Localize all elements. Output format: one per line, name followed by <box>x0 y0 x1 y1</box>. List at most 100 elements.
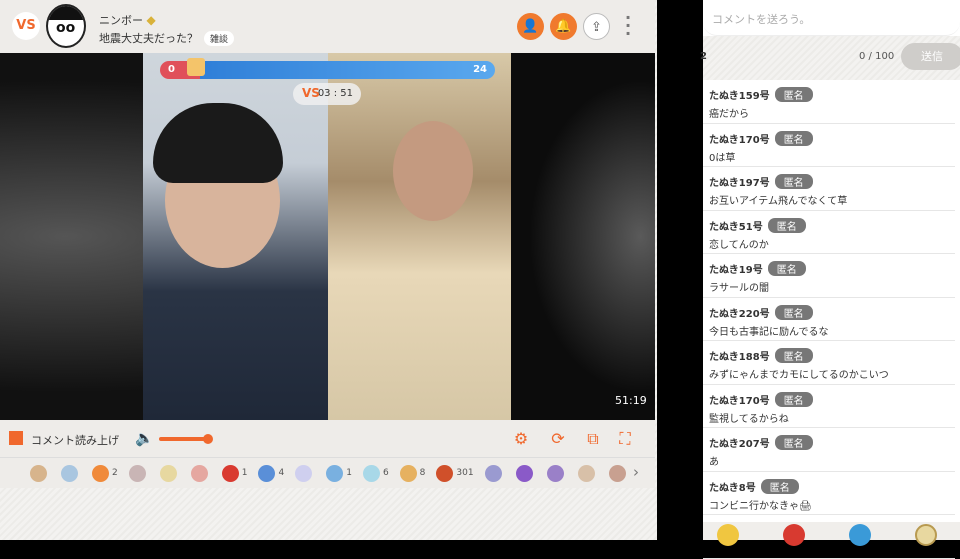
gift-item[interactable]: 2 <box>92 464 118 482</box>
gift-icon <box>221 464 239 482</box>
streamer-avatar[interactable] <box>46 4 86 48</box>
gift-item[interactable] <box>484 464 505 482</box>
gift-item[interactable]: 301 <box>436 464 474 482</box>
comment-text: お互いアイテム飛んでなくて草 <box>709 196 848 207</box>
gift-count: 2 <box>112 468 118 478</box>
anonymous-badge: 匿名 <box>774 304 813 320</box>
gift-item[interactable] <box>295 464 315 482</box>
vs-logo[interactable]: VS <box>12 12 40 40</box>
gift-item[interactable] <box>190 464 211 482</box>
comment-text: ラサールの闇 <box>709 283 769 294</box>
chevron-right-icon[interactable]: › <box>633 463 639 481</box>
anonymous-badge: 匿名 <box>774 174 813 189</box>
gift-item[interactable]: 1 <box>326 464 352 482</box>
anonymous-badge: 匿名 <box>774 435 813 450</box>
comment-item: たぬき170号 匿名 0は草 <box>703 124 955 167</box>
gift-item[interactable] <box>515 464 536 482</box>
comment-item: たぬき19号 匿名ラサールの闇 <box>703 254 955 298</box>
commenter-name[interactable]: たぬき197号 <box>709 178 770 189</box>
category-tag[interactable]: 雑談 <box>204 31 235 46</box>
mascot-icon <box>187 58 205 76</box>
anonymous-badge: 匿名 <box>774 130 813 146</box>
crown-icon[interactable] <box>717 524 739 546</box>
share-button[interactable]: ⇪ <box>583 13 610 40</box>
stream-panel: VS ニンボー ◆ 地震大丈夫だった？雑談 👤 🔔 ⇪ ··· 0 24 VS0… <box>0 0 657 540</box>
gift-bar: 2 1 4 1 6 8 301 <box>0 458 655 488</box>
anonymous-badge: 匿名 <box>767 261 806 276</box>
comment-read-icon[interactable] <box>9 431 23 445</box>
comment-item: たぬき170号 匿名監視してるからね <box>703 385 955 428</box>
rotate-icon[interactable]: ⟳ <box>548 429 568 449</box>
commenter-name[interactable]: たぬき188号 <box>709 352 770 363</box>
gift-item[interactable] <box>30 464 50 482</box>
gift-icon <box>546 464 564 482</box>
gift-item[interactable] <box>577 464 598 482</box>
gift-icon <box>484 464 502 482</box>
gift-count: 1 <box>241 468 248 478</box>
comment-item: たぬき51号 匿名 恋してんのか <box>703 211 955 254</box>
comment-item: たぬき159号 匿名 癌だから <box>703 80 955 124</box>
more-menu-icon[interactable]: · · · <box>625 10 631 42</box>
commenter-name[interactable]: たぬき220号 <box>709 309 770 320</box>
side-number: 2 <box>700 51 707 62</box>
commenter-name[interactable]: たぬき19号 <box>709 265 763 276</box>
comment-item: たぬき8号 匿名 コンビニ行かなきゃ🖨 <box>703 472 955 515</box>
comment-text: みずにゃんまでカモにしてるのかこいつ <box>709 370 889 381</box>
comment-read-label[interactable]: コメント読み上げ <box>31 432 119 448</box>
streamer-name[interactable]: ニンボー <box>99 14 143 27</box>
gift-item[interactable]: 6 <box>362 464 389 482</box>
volume-slider[interactable] <box>159 434 213 444</box>
comment-text: 0は草 <box>709 152 736 164</box>
face <box>393 121 473 221</box>
chat-panel: コメントを送ろう。 2 0 / 100 送信 たぬき159号 匿名 癌だから たぬき1… <box>700 0 960 559</box>
share-icon: ⇪ <box>591 20 602 35</box>
volume-icon[interactable]: 🔈 <box>135 429 154 447</box>
vs-icon: VS <box>302 86 320 100</box>
gift-icon[interactable] <box>849 524 871 546</box>
stream-header: VS ニンボー ◆ 地震大丈夫だった？ 雑談 👤 🔔 ⇪ ··· <box>0 0 655 53</box>
gift-count: 301 <box>456 468 474 478</box>
fullscreen-icon[interactable]: ⛶ <box>615 429 635 449</box>
gift-count: 6 <box>382 468 389 478</box>
popout-icon[interactable]: ⧉ <box>583 429 603 449</box>
anonymous-badge: 匿名 <box>774 348 813 363</box>
gift-item[interactable] <box>159 464 180 482</box>
video-blur-right <box>510 53 655 420</box>
gift-icon <box>61 464 78 482</box>
gift-item[interactable] <box>61 464 81 482</box>
gift-icon <box>608 464 626 482</box>
commenter-name[interactable]: たぬき170号 <box>709 135 770 146</box>
anonymous-badge: 匿名 <box>774 87 813 102</box>
commenter-name[interactable]: たぬき170号 <box>709 396 770 407</box>
gift-icon[interactable] <box>783 524 805 546</box>
gift-icon <box>190 464 208 482</box>
gift-icon <box>295 464 313 482</box>
send-button[interactable]: 送信 <box>901 43 960 70</box>
gift-item[interactable] <box>546 464 567 482</box>
notify-button[interactable]: 🔔 <box>550 13 577 40</box>
gift-count: 4 <box>278 468 285 478</box>
gift-item[interactable]: 1 <box>221 464 248 482</box>
gift-icon <box>362 464 380 482</box>
video-player[interactable]: 0 24 VS 03 : 51 51:19 <box>0 53 655 420</box>
gift-count: 8 <box>419 468 426 478</box>
follow-button[interactable]: 👤 <box>517 13 544 40</box>
commenter-name[interactable]: たぬき51号 <box>709 222 763 233</box>
commenter-name[interactable]: たぬき207号 <box>709 439 770 450</box>
gift-icon <box>399 464 417 482</box>
gift-icon <box>92 464 109 482</box>
medal-icon[interactable] <box>915 524 937 546</box>
comment-list[interactable]: たぬき159号 匿名 癌だから たぬき170号 匿名 0は草 たぬき197号 匿名 お互いアイテ… <box>703 80 955 559</box>
comment-input[interactable]: コメントを送ろう。 <box>703 0 960 36</box>
gift-item[interactable] <box>608 464 629 482</box>
gift-item[interactable]: 8 <box>399 464 426 482</box>
screen-settings-icon[interactable]: ⚙ <box>511 429 531 449</box>
gift-item[interactable]: 4 <box>258 464 285 482</box>
anonymous-badge: 匿名 <box>774 391 813 407</box>
commenter-name[interactable]: たぬき159号 <box>709 91 770 102</box>
gift-icon <box>30 464 47 482</box>
stream-title: 地震大丈夫だった？ <box>99 32 198 45</box>
gift-item[interactable] <box>128 464 149 482</box>
commenter-name[interactable]: たぬき8号 <box>709 483 756 494</box>
comment-text: 監視してるからね <box>709 413 789 425</box>
